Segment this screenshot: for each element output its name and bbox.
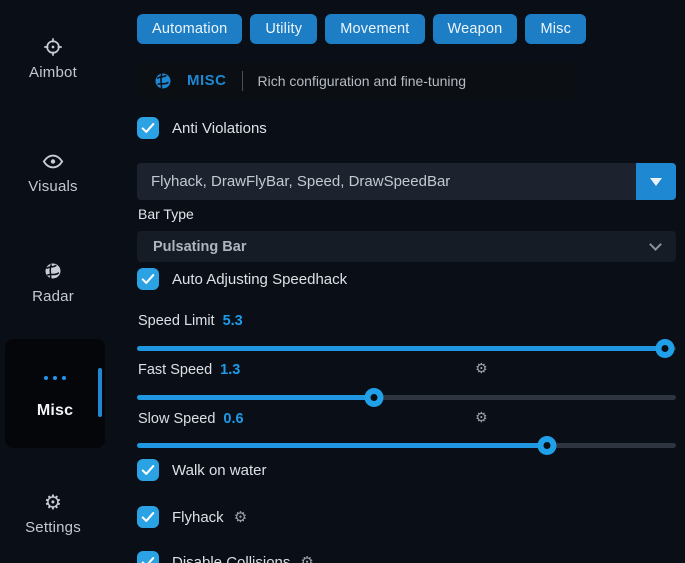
divider	[242, 71, 243, 91]
tab-automation[interactable]: Automation	[137, 14, 242, 44]
sidebar-item-visuals[interactable]: Visuals	[0, 151, 106, 195]
tab-utility[interactable]: Utility	[250, 14, 317, 44]
sidebar: Aimbot Visuals Radar Misc ⚙ Settings	[0, 0, 130, 563]
checkbox-checked-icon	[137, 117, 159, 139]
section-header: MISC Rich configuration and fine-tuning	[137, 62, 577, 99]
app-window: Aimbot Visuals Radar Misc ⚙ Settings	[0, 0, 685, 563]
bar-type-select[interactable]: Pulsating Bar	[137, 231, 676, 262]
sidebar-item-label: Radar	[32, 288, 74, 305]
sidebar-item-label: Visuals	[28, 178, 77, 195]
checkbox-checked-icon	[137, 551, 159, 563]
sidebar-item-label: Misc	[37, 402, 73, 420]
speed-limit-slider[interactable]	[137, 339, 676, 357]
gear-icon[interactable]: ⚙	[475, 362, 488, 376]
crosshair-icon	[43, 37, 63, 57]
sidebar-item-settings[interactable]: ⚙ Settings	[0, 492, 106, 536]
tab-bar: Automation Utility Movement Weapon Misc	[137, 14, 586, 44]
gear-icon[interactable]: ⚙	[234, 510, 247, 525]
slow-speed-slider[interactable]	[137, 436, 676, 454]
checkbox-checked-icon	[137, 268, 159, 290]
slider-fill	[137, 443, 547, 448]
checkbox-label: Disable Collisions	[172, 554, 290, 563]
speed-limit-label: Speed Limit 5.3	[138, 313, 243, 329]
chevron-down-icon	[649, 238, 662, 251]
gear-icon[interactable]: ⚙	[475, 411, 488, 425]
checkbox-checked-icon	[137, 459, 159, 481]
sidebar-item-label: Aimbot	[29, 64, 77, 81]
slider-thumb[interactable]	[537, 436, 556, 455]
checkbox-anti-violations[interactable]: Anti Violations	[137, 117, 267, 139]
active-indicator	[98, 368, 102, 417]
globe-icon	[43, 261, 63, 281]
checkbox-flyhack[interactable]: Flyhack ⚙	[137, 506, 247, 528]
section-subtitle: Rich configuration and fine-tuning	[258, 73, 467, 89]
slow-speed-value: 0.6	[223, 411, 243, 427]
sidebar-item-aimbot[interactable]: Aimbot	[0, 37, 106, 81]
gear-icon: ⚙	[44, 492, 62, 512]
checkbox-label: Anti Violations	[172, 120, 267, 137]
checkbox-label: Flyhack	[172, 509, 224, 526]
slow-speed-label: Slow Speed 0.6	[138, 411, 244, 427]
bar-type-label: Bar Type	[138, 206, 194, 222]
dropdown-open-button[interactable]	[636, 163, 676, 200]
checkbox-label: Walk on water	[172, 462, 266, 479]
bar-multiselect-field[interactable]: Flyhack, DrawFlyBar, Speed, DrawSpeedBar	[137, 163, 676, 200]
bar-type-value: Pulsating Bar	[153, 239, 651, 255]
gear-icon[interactable]: ⚙	[300, 555, 313, 563]
eye-icon	[42, 151, 64, 171]
sidebar-item-label: Settings	[25, 519, 81, 536]
tab-misc[interactable]: Misc	[525, 14, 586, 44]
checkbox-checked-icon	[137, 506, 159, 528]
globe-icon	[153, 71, 173, 91]
checkbox-auto-adjusting-speedhack[interactable]: Auto Adjusting Speedhack	[137, 268, 347, 290]
speed-limit-value: 5.3	[223, 313, 243, 329]
fast-speed-slider[interactable]	[137, 388, 676, 406]
fast-speed-label: Fast Speed 1.3	[138, 362, 240, 378]
slider-fill	[137, 346, 665, 351]
ellipsis-icon	[44, 368, 66, 388]
sidebar-item-misc[interactable]: Misc	[5, 339, 105, 448]
section-title: MISC	[187, 72, 227, 89]
checkbox-disable-collisions[interactable]: Disable Collisions ⚙	[137, 551, 314, 563]
fast-speed-value: 1.3	[220, 362, 240, 378]
checkbox-walk-on-water[interactable]: Walk on water	[137, 459, 266, 481]
triangle-down-icon	[650, 178, 662, 186]
slider-thumb[interactable]	[365, 388, 384, 407]
tab-movement[interactable]: Movement	[325, 14, 424, 44]
checkbox-label: Auto Adjusting Speedhack	[172, 271, 347, 288]
slider-fill	[137, 395, 374, 400]
sidebar-item-radar[interactable]: Radar	[0, 261, 106, 305]
content-panel: Automation Utility Movement Weapon Misc …	[137, 0, 676, 563]
bar-multiselect-value: Flyhack, DrawFlyBar, Speed, DrawSpeedBar	[137, 173, 636, 190]
slider-thumb[interactable]	[656, 339, 675, 358]
tab-weapon[interactable]: Weapon	[433, 14, 518, 44]
